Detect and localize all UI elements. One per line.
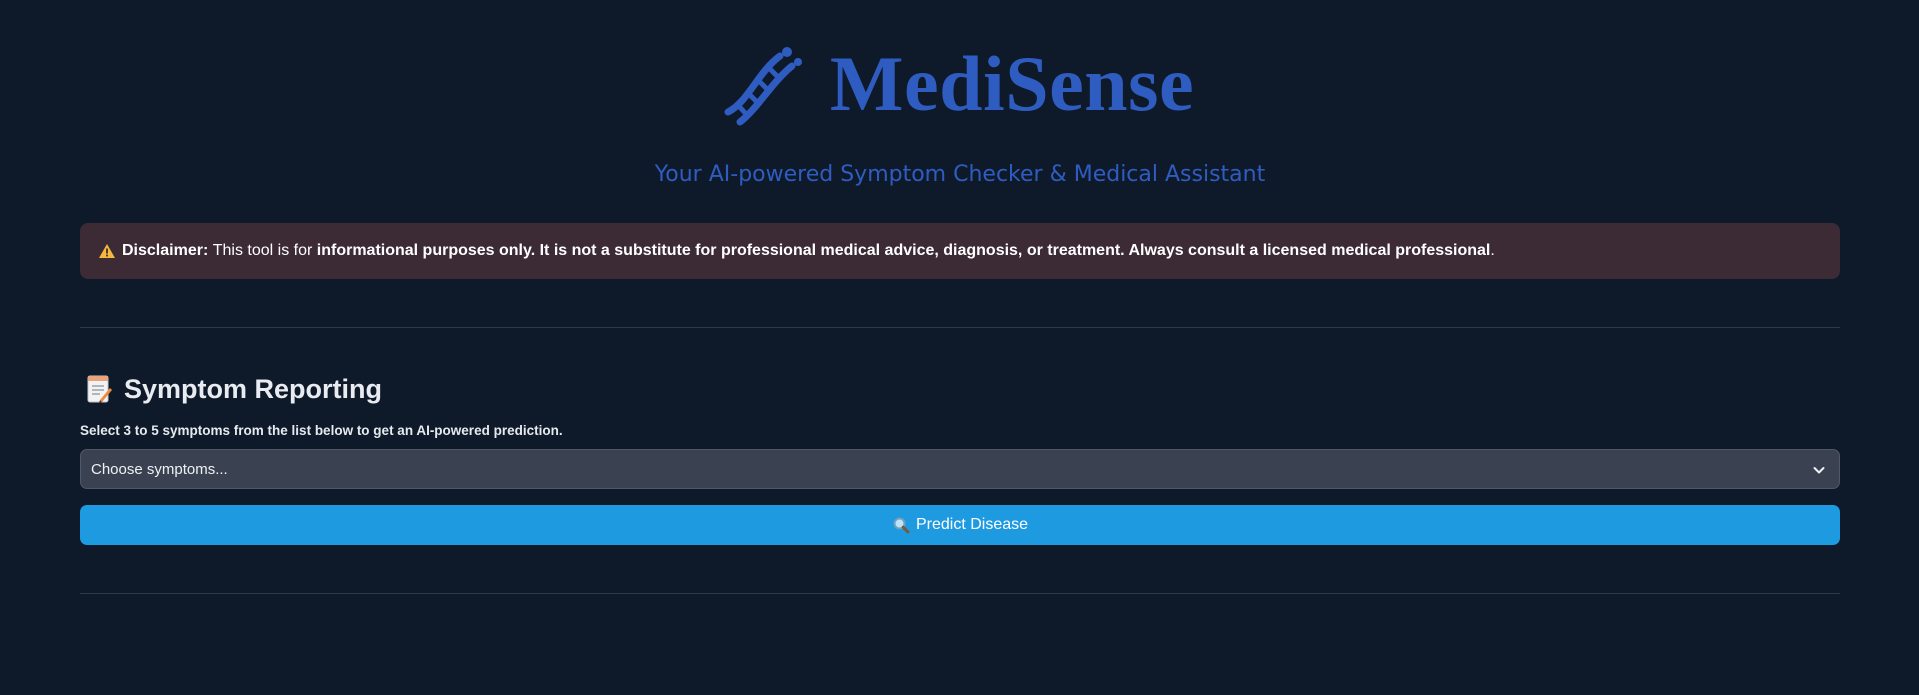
main-container: MediSense Your AI-powered Symptom Checke…: [80, 0, 1840, 695]
disclaimer-lead: This tool is for: [212, 242, 313, 259]
section-heading: Symptom Reporting: [86, 372, 382, 406]
magnifier-icon: [893, 517, 910, 534]
select-placeholder: Choose symptoms...: [91, 460, 228, 478]
symptoms-multiselect[interactable]: Choose symptoms...: [80, 449, 1840, 489]
predict-button-label: Predict Disease: [915, 516, 1029, 533]
app-subtitle: Your AI-powered Symptom Checker & Medica…: [654, 162, 1266, 187]
section-heading-label: Symptom Reporting: [124, 373, 383, 404]
warning-icon: [99, 244, 115, 258]
disclaimer-body: informational purposes only. It is not a…: [316, 242, 1491, 259]
instruction-text: Select 3 to 5 symptoms from the list bel…: [80, 423, 563, 438]
app-header: MediSense: [80, 36, 1840, 132]
disclaimer-banner: Disclaimer: This tool is for information…: [80, 223, 1840, 279]
predict-disease-button[interactable]: Predict Disease: [80, 505, 1840, 545]
divider: [80, 593, 1840, 594]
divider: [80, 327, 1840, 328]
disclaimer-label: Disclaimer:: [122, 242, 209, 259]
chevron-down-icon[interactable]: [1811, 462, 1827, 478]
dna-icon: [724, 47, 802, 126]
app-title: MediSense: [829, 40, 1195, 127]
disclaimer-end: .: [1490, 242, 1495, 259]
memo-icon: [87, 375, 112, 403]
